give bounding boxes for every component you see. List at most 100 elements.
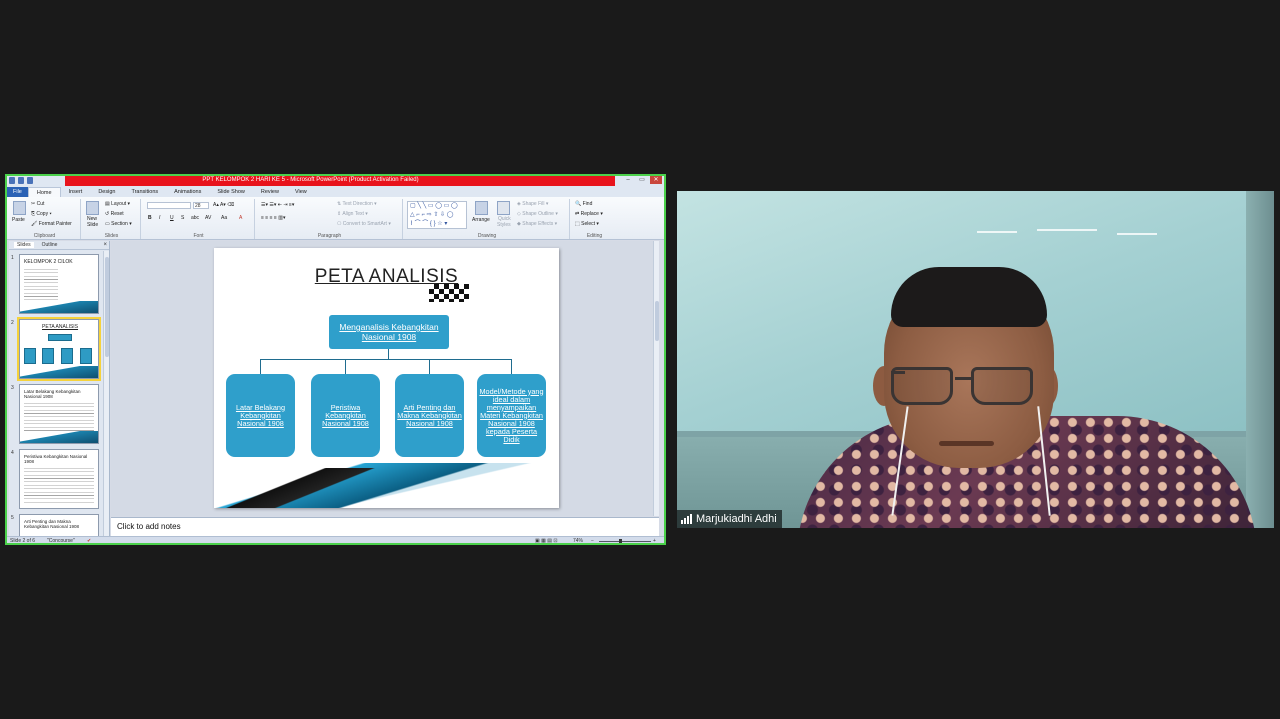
close-button[interactable]: ✕ — [650, 176, 662, 184]
quick-styles-icon[interactable] — [497, 201, 510, 215]
slide-number: 5 — [11, 515, 14, 521]
zoom-slider[interactable] — [599, 541, 651, 542]
tab-view[interactable]: View — [287, 187, 315, 197]
copy-button[interactable]: ⎘ Copy ▾ — [31, 211, 52, 217]
slide-thumbnail-2[interactable]: 2 PETA ANALISIS — [9, 317, 105, 381]
minimize-button[interactable]: – — [622, 176, 634, 184]
child-node-1[interactable]: Latar Belakang Kebangkitan Nasional 1908 — [226, 374, 295, 457]
tab-insert[interactable]: Insert — [61, 187, 91, 197]
reset-button[interactable]: ↺ Reset — [105, 211, 124, 217]
shapes-gallery[interactable]: ▢ ╲ ╲ ▭ ◯ ▭ ◯ △ ⌐ ⌐ ⇨ ⇧ ⇩ ◯ ⌇ ⌒ ⌒ { } ☆ ▾ — [407, 201, 467, 229]
slides-pane-scrollbar[interactable] — [103, 251, 109, 536]
spellcheck-icon[interactable]: ✔ — [87, 538, 91, 543]
slide-thumbnail-1[interactable]: 1 KELOMPOK 2 CILOK — [9, 254, 105, 316]
font-group-label: Font — [193, 233, 204, 239]
convert-smartart-button[interactable]: ⎔ Convert to SmartArt ▾ — [337, 221, 391, 227]
maximize-button[interactable]: ▭ — [636, 176, 648, 184]
child-node-2[interactable]: Peristiwa Kebangkitan Nasional 1908 — [311, 374, 380, 457]
paragraph-group: ☰▾ ☰▾ ⇤ ⇥ ≡▾ ≡ ≡ ≡ ≡ ▥▾ ⇅ Text Direction… — [257, 199, 403, 239]
change-case-button[interactable]: Aa — [221, 215, 227, 221]
tab-home[interactable]: Home — [27, 187, 61, 197]
tab-transitions[interactable]: Transitions — [123, 187, 166, 197]
tab-outline[interactable]: Outline — [42, 242, 58, 248]
slide-thumbnail-3[interactable]: 3 Latar Belakang Kebangkitan Nasional 19… — [9, 384, 105, 446]
bold-button[interactable]: B — [148, 215, 152, 221]
view-buttons[interactable]: ▣ ▦ ▤ ⊡ — [535, 538, 558, 543]
arrange-icon[interactable] — [475, 201, 488, 215]
char-spacing-button[interactable]: AV — [205, 215, 211, 221]
connector-line — [260, 359, 512, 360]
grow-font-icon[interactable]: A▴ A▾ ⌫ — [213, 202, 234, 208]
section-button[interactable]: ▭ Section ▾ — [105, 221, 132, 227]
scroll-thumb[interactable] — [105, 257, 109, 357]
underline-button[interactable]: U — [170, 215, 174, 221]
tab-review[interactable]: Review — [253, 187, 287, 197]
new-slide-button-line2[interactable]: Slide — [87, 222, 98, 228]
thumbnail-title: PETA ANALISIS — [42, 324, 79, 330]
arrange-button[interactable]: Arrange — [472, 217, 490, 223]
layout-button[interactable]: ▤ Layout ▾ — [105, 201, 130, 207]
mouth — [939, 441, 994, 446]
thumbnail-wave — [20, 366, 98, 378]
font-size-box[interactable]: 28 — [193, 202, 209, 209]
zoom-level[interactable]: 74% — [573, 538, 583, 543]
italic-button[interactable]: I — [159, 215, 160, 221]
select-label: Select — [581, 221, 596, 227]
zoom-out-icon[interactable]: − — [591, 538, 594, 543]
slide-thumbnail-5[interactable]: 5 Arti Penting dan Makna Kebangkitan Nas… — [9, 514, 105, 536]
replace-button[interactable]: ⇄ Replace ▾ — [575, 211, 603, 217]
notes-pane[interactable]: Click to add notes — [111, 517, 659, 536]
align-icons[interactable]: ≡ ≡ ≡ ≡ ▥▾ — [261, 215, 285, 221]
child-node-3[interactable]: Arti Penting dan Makna Kebangkitan Nasio… — [395, 374, 464, 457]
slides-group-label: Slides — [104, 233, 119, 239]
strikethrough-button[interactable]: S — [181, 215, 184, 221]
thumbnail-title: Arti Penting dan Makna Kebangkitan Nasio… — [24, 519, 80, 529]
font-color-button[interactable]: A — [239, 215, 242, 221]
tab-animations[interactable]: Animations — [166, 187, 209, 197]
thumbnail-box — [48, 334, 72, 341]
thumbnail-box — [24, 348, 36, 364]
text-direction-button[interactable]: ⇅ Text Direction ▾ — [337, 201, 377, 207]
slide-thumbnail-4[interactable]: 4 Peristiwa Kebangkitan Nasional 1908 — [9, 449, 105, 511]
slide-number: 2 — [11, 320, 14, 326]
participant-video[interactable]: Marjukiadhi Adhi — [677, 191, 1274, 528]
connector-line — [511, 359, 512, 374]
quick-styles-button-line2[interactable]: Styles — [497, 222, 511, 228]
shape-outline-button[interactable]: ◇ Shape Outline ▾ — [517, 211, 558, 217]
tab-design[interactable]: Design — [90, 187, 123, 197]
scroll-thumb[interactable] — [655, 301, 659, 341]
find-button[interactable]: 🔍 Find — [575, 201, 592, 207]
tab-slide-show[interactable]: Slide Show — [209, 187, 253, 197]
zoom-slider-knob[interactable] — [619, 539, 622, 543]
bullets-icon[interactable]: ☰▾ ☰▾ ⇤ ⇥ ≡▾ — [261, 202, 294, 208]
slide-title[interactable]: PETA ANALISIS — [214, 266, 559, 288]
slide-number: 3 — [11, 385, 14, 391]
shape-effects-button[interactable]: ◆ Shape Effects ▾ — [517, 221, 557, 227]
checker-pattern — [429, 284, 469, 302]
title-bar: PPT KELOMPOK 2 HARI KE 5 - Microsoft Pow… — [7, 176, 664, 187]
hair — [891, 267, 1047, 327]
child-node-4[interactable]: Model/Metode yang ideal dalam menyampaik… — [477, 374, 546, 457]
cut-button[interactable]: ✂ Cut — [31, 201, 44, 207]
thumbnail-image: KELOMPOK 2 CILOK — [19, 254, 99, 314]
root-node[interactable]: Menganalisis Kebangkitan Nasional 1908 — [329, 315, 449, 349]
connector-line — [345, 359, 346, 374]
paste-button[interactable]: Paste — [12, 217, 25, 223]
align-text-button[interactable]: ⇕ Align Text ▾ — [337, 211, 368, 217]
slide-editor: PETA ANALISIS Menganalisis Kebangkitan N… — [111, 241, 659, 516]
editor-scrollbar[interactable] — [653, 241, 659, 516]
close-pane-icon[interactable]: × — [103, 242, 107, 248]
shape-fill-button[interactable]: ◈ Shape Fill ▾ — [517, 201, 548, 207]
thumbnail-title: Latar Belakang Kebangkitan Nasional 1908 — [24, 389, 81, 399]
zoom-in-icon[interactable]: + — [653, 538, 656, 543]
format-painter-button[interactable]: 🖌 Format Painter — [31, 221, 72, 227]
current-slide[interactable]: PETA ANALISIS Menganalisis Kebangkitan N… — [214, 248, 559, 508]
new-slide-icon[interactable] — [86, 201, 99, 215]
font-name-box[interactable] — [147, 202, 191, 209]
paste-icon[interactable] — [13, 201, 26, 215]
select-button[interactable]: ⬚ Select ▾ — [575, 221, 599, 227]
align-text-label: Align Text — [342, 211, 364, 217]
tab-slides[interactable]: Slides — [14, 242, 34, 248]
tab-file[interactable]: File — [7, 187, 28, 197]
shadow-button[interactable]: abc — [191, 215, 199, 221]
